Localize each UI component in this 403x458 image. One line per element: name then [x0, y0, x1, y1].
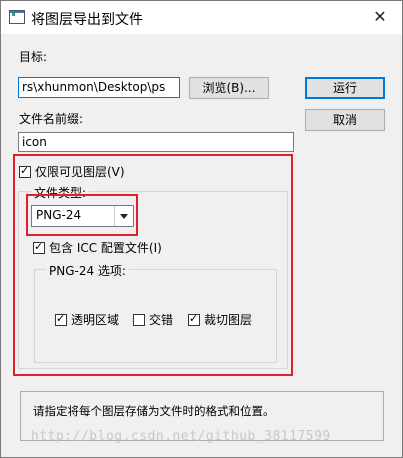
run-button[interactable]: 运行	[305, 77, 385, 99]
status-text: 请指定将每个图层存储为文件时的格式和位置。	[33, 404, 275, 418]
target-path-input[interactable]: rs\xhunmon\Desktop\ps	[18, 77, 180, 98]
target-label: 目标:	[19, 50, 48, 64]
close-icon[interactable]: ✕	[366, 5, 394, 29]
export-layers-dialog: 将图层导出到文件 ✕ 目标: rs\xhunmon\Desktop\ps 浏览(…	[0, 0, 403, 458]
window-title: 将图层导出到文件	[31, 12, 143, 28]
watermark-text: http://blog.csdn.net/github_38117599	[31, 429, 331, 444]
highlight-box-options	[13, 154, 293, 376]
prefix-label: 文件名前缀:	[19, 112, 84, 126]
prefix-input[interactable]: icon	[18, 132, 294, 152]
browse-button[interactable]: 浏览(B)...	[189, 77, 269, 99]
highlight-box-file-type	[26, 194, 138, 236]
cancel-button[interactable]: 取消	[305, 109, 385, 131]
title-bar: 将图层导出到文件 ✕	[1, 1, 402, 34]
app-icon	[9, 10, 25, 24]
